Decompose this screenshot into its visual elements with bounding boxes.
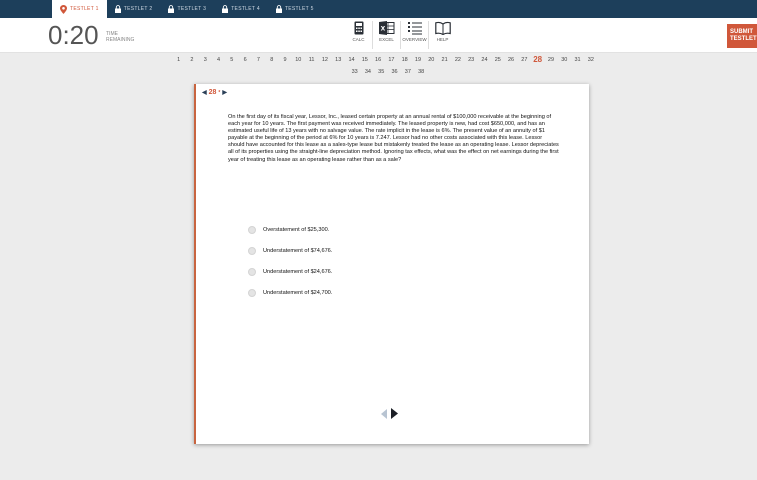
next-page-arrow-icon[interactable] <box>391 406 398 424</box>
previous-page-arrow-icon[interactable] <box>381 406 387 424</box>
question-number-link[interactable]: 8 <box>265 54 278 66</box>
radio-button[interactable] <box>248 225 256 234</box>
question-number-link[interactable]: 14 <box>345 54 358 66</box>
timer-label: TIME REMAINING <box>106 31 135 43</box>
radio-button[interactable] <box>248 246 256 255</box>
answer-choice-d[interactable]: Understatement of $24,700. <box>248 282 332 303</box>
question-number-link[interactable]: 9 <box>278 54 291 66</box>
question-number-link[interactable]: 24 <box>478 54 491 66</box>
lock-icon <box>275 5 282 13</box>
question-number-link[interactable]: 23 <box>465 54 478 66</box>
question-number-link[interactable]: 12 <box>318 54 331 66</box>
question-number-link[interactable]: 32 <box>584 54 597 66</box>
question-number-row: 1 2 3 4 5 6 7 8 9 10 11 12 13 14 15 16 17 18 19 20 21 22 23 24 2… <box>172 54 632 66</box>
question-number-link[interactable]: 31 <box>571 54 584 66</box>
testlet-tab-2[interactable]: TESTLET 2 <box>107 0 161 18</box>
question-number-link[interactable]: 36 <box>388 66 401 78</box>
overview-label: OVERVIEW <box>402 37 427 42</box>
answer-choice-text: Understatement of $74,676. <box>263 247 333 254</box>
answer-choice-c[interactable]: Understatement of $24,676. <box>248 261 332 282</box>
testlet-bar: TESTLET 1 TESTLET 2 TESTLET 3 TESTLET 4 … <box>0 0 757 18</box>
excel-button[interactable]: X EXCEL <box>373 21 401 49</box>
question-number-link[interactable]: 21 <box>438 54 451 66</box>
answer-choice-text: Overstatement of $25,300. <box>263 226 330 233</box>
location-pin-icon <box>60 4 67 14</box>
question-pager <box>381 406 398 424</box>
question-number-link[interactable]: 17 <box>385 54 398 66</box>
question-number-link[interactable]: 10 <box>292 54 305 66</box>
question-navigator: 1 2 3 4 5 6 7 8 9 10 11 12 13 14 15 16 17 18 19 20 21 22 23 24 2… <box>172 54 632 78</box>
lock-icon <box>114 5 121 13</box>
testlet-tab-1[interactable]: TESTLET 1 <box>52 0 107 18</box>
prev-question-arrow-icon[interactable]: ◀ <box>202 89 207 96</box>
question-number-link[interactable]: 20 <box>425 54 438 66</box>
question-number-link[interactable]: 18 <box>398 54 411 66</box>
question-number-link[interactable]: 26 <box>504 54 517 66</box>
question-number-link[interactable]: 5 <box>225 54 238 66</box>
answer-choice-b[interactable]: Understatement of $74,676. <box>248 240 332 261</box>
testlet-tab-label: TESTLET 3 <box>177 6 207 12</box>
testlet-tab-label: TESTLET 5 <box>284 6 314 12</box>
help-book-icon <box>434 21 451 35</box>
testlet-tab-label: TESTLET 2 <box>123 6 153 12</box>
question-number-link[interactable]: 30 <box>558 54 571 66</box>
question-number-link[interactable]: 7 <box>252 54 265 66</box>
answer-choice-a[interactable]: Overstatement of $25,300. <box>248 219 332 240</box>
answer-choice-text: Understatement of $24,700. <box>263 289 333 296</box>
calc-label: CALC <box>352 37 365 42</box>
testlet-tab-label: TESTLET 1 <box>70 6 99 12</box>
timer-value: 0:20 <box>48 20 99 50</box>
question-number-link[interactable]: 11 <box>305 54 318 66</box>
question-number-link[interactable]: 16 <box>371 54 384 66</box>
testlet-tab-label: TESTLET 4 <box>231 6 260 12</box>
testlet-tab-3[interactable]: TESTLET 3 <box>160 0 214 18</box>
svg-text:X: X <box>380 26 385 33</box>
radio-button[interactable] <box>248 267 256 276</box>
question-number-link[interactable]: 37 <box>401 66 414 78</box>
question-number-row: 33 34 35 36 37 38 <box>172 66 632 78</box>
answer-choice-text: Understatement of $24,676. <box>263 268 333 275</box>
question-number-link[interactable]: 19 <box>411 54 424 66</box>
flag-marker-icon: * <box>218 89 221 96</box>
toolbar: CALC X EXCEL OVERVIEW HELP <box>345 21 456 49</box>
calculator-icon <box>354 21 363 35</box>
overview-icon <box>407 22 422 35</box>
question-number-link[interactable]: 22 <box>451 54 464 66</box>
testlet-tab-4[interactable]: TESTLET 4 <box>214 0 268 18</box>
testlet-tab-5[interactable]: TESTLET 5 <box>268 0 322 18</box>
question-number-link[interactable]: 25 <box>491 54 504 66</box>
excel-label: EXCEL <box>379 37 394 42</box>
help-button[interactable]: HELP <box>429 21 456 49</box>
question-number-link[interactable]: 35 <box>375 66 388 78</box>
lock-icon <box>222 5 229 13</box>
lock-icon <box>168 5 175 13</box>
radio-button[interactable] <box>248 288 256 297</box>
question-number-link[interactable]: 38 <box>414 66 427 78</box>
question-number-link[interactable]: 15 <box>358 54 371 66</box>
question-number-link[interactable]: 13 <box>332 54 345 66</box>
question-number-link[interactable]: 6 <box>238 54 251 66</box>
exam-header: 0:20 TIME REMAINING CALC X EXCEL OVERVIE… <box>0 18 757 53</box>
question-header: ◀ 28 * ▶ <box>202 89 227 96</box>
question-card: ◀ 28 * ▶ On the first day of its fiscal … <box>194 84 589 444</box>
question-number-link[interactable]: 28 <box>531 54 544 66</box>
next-question-arrow-icon[interactable]: ▶ <box>222 89 227 96</box>
excel-icon: X <box>378 21 394 35</box>
calc-button[interactable]: CALC <box>345 21 373 49</box>
question-number-link[interactable]: 33 <box>348 66 361 78</box>
help-label: HELP <box>436 37 449 42</box>
question-number-link[interactable]: 4 <box>212 54 225 66</box>
question-number-link[interactable]: 29 <box>544 54 557 66</box>
question-number-link[interactable]: 2 <box>185 54 198 66</box>
submit-testlet-button[interactable]: SUBMIT TESTLET <box>727 24 757 48</box>
question-number-link[interactable]: 1 <box>172 54 185 66</box>
question-number-link[interactable]: 27 <box>518 54 531 66</box>
question-number-link[interactable]: 34 <box>361 66 374 78</box>
question-text: On the first day of its fiscal year, Les… <box>228 114 559 163</box>
question-number-link[interactable]: 3 <box>199 54 212 66</box>
overview-button[interactable]: OVERVIEW <box>401 21 429 49</box>
question-number: 28 <box>208 89 217 96</box>
answer-choices: Overstatement of $25,300. Understatement… <box>248 219 332 303</box>
